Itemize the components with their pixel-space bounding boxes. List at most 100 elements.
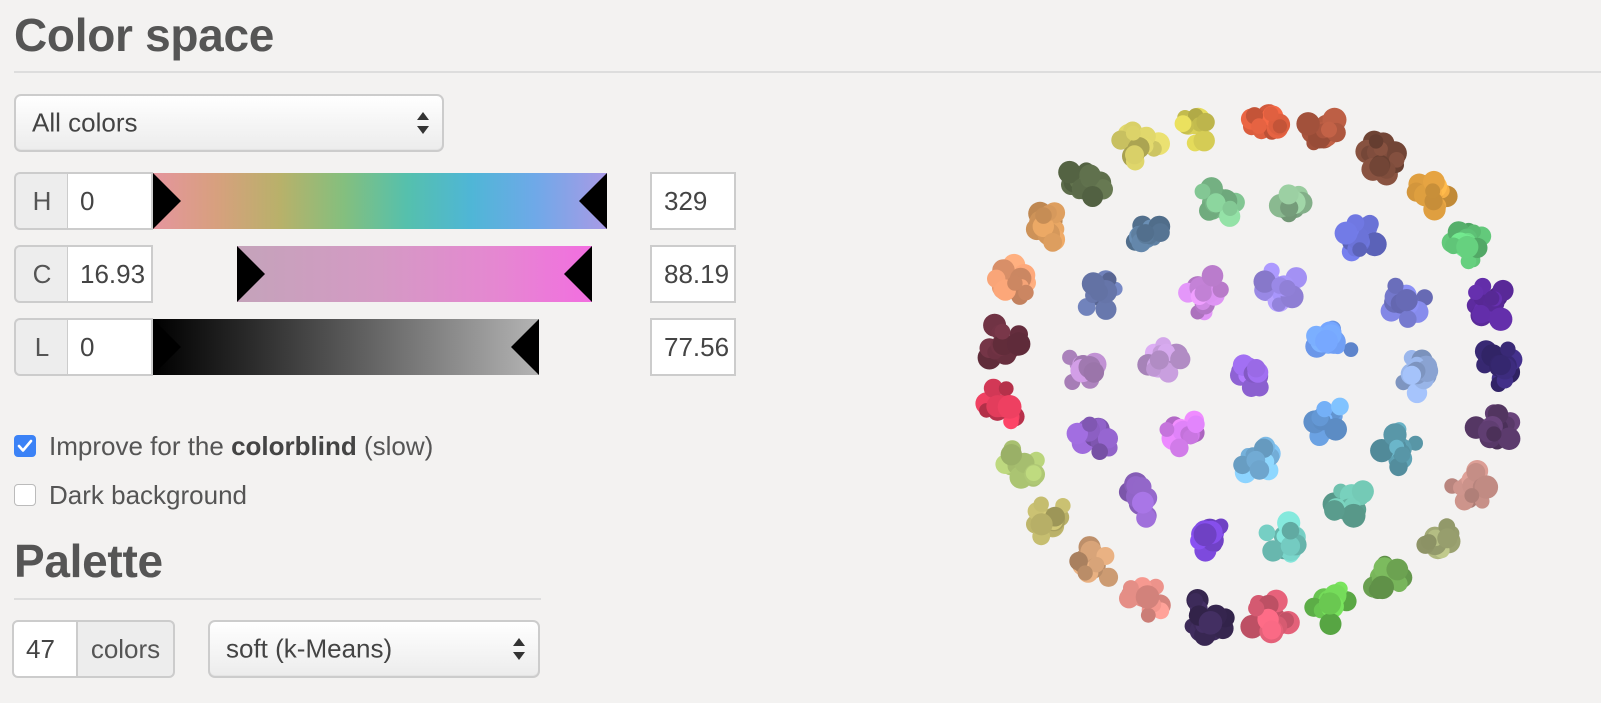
color-dot [1136,224,1155,242]
color-cluster [1058,160,1113,207]
color-dot [1296,112,1320,136]
color-dot [1351,480,1374,503]
color-dot [1125,125,1141,141]
lightness-max-handle[interactable] [511,319,539,375]
lightness-max-input[interactable]: 77.56 [650,318,736,376]
color-dot [1187,415,1205,434]
lightness-label: L [14,318,68,376]
color-cluster [1178,265,1229,321]
color-cluster [1370,422,1423,477]
hue-max-input[interactable]: 329 [650,172,736,230]
color-count-input[interactable]: 47 [12,620,78,678]
color-cluster [1258,511,1307,563]
checkmark-icon [17,439,33,452]
colorblind-checkbox[interactable] [14,435,36,457]
color-cluster [1441,221,1492,270]
color-dot [1198,611,1223,635]
color-dot [1025,465,1042,482]
color-dot [1468,284,1484,300]
color-cluster [1395,349,1439,404]
chroma-range-slider[interactable] [237,246,592,302]
color-dot [1077,565,1093,581]
lightness-range-slider[interactable] [153,319,539,375]
color-cluster [1355,130,1407,186]
color-cluster [1444,460,1499,511]
preset-select-value: All colors [32,107,138,138]
hue-range-slider[interactable] [153,173,607,229]
color-cluster [1230,354,1269,397]
chroma-min-handle[interactable] [237,246,265,302]
color-dot [1081,272,1105,296]
color-dot [1174,115,1192,132]
color-dot [1324,500,1345,521]
color-dot [1251,118,1267,134]
color-dot [1486,426,1502,442]
color-dot [1079,164,1101,186]
color-cluster [1240,589,1300,644]
color-cluster [1268,184,1313,223]
color-dot [1464,488,1480,503]
color-dot [1395,289,1418,312]
color-cluster [1304,581,1357,635]
select-arrows-icon [417,112,429,134]
color-cluster [1062,349,1107,390]
dark-background-label[interactable]: Dark background [49,480,247,511]
color-cluster [1025,201,1066,252]
color-dot [1368,134,1384,149]
color-cluster [1474,340,1523,393]
color-dot [998,381,1014,396]
color-cluster [1174,107,1215,152]
color-dot [1399,310,1417,328]
palette-method-select[interactable]: soft (k-Means) [208,620,540,678]
color-dot [1194,183,1211,200]
color-cluster [1466,277,1514,331]
color-cluster [1190,518,1229,562]
color-cluster [1406,170,1458,221]
color-cluster [1026,496,1071,546]
color-dot [1489,307,1513,331]
color-dot [1125,145,1144,165]
color-dot [1279,280,1296,297]
color-cluster [1303,397,1349,446]
color-dot [1319,613,1342,635]
hue-min-handle[interactable] [153,173,181,229]
dark-background-checkbox[interactable] [14,484,36,506]
color-dot [1007,332,1031,356]
color-cluster [1184,589,1235,646]
color-dot [994,323,1011,340]
color-space-preset-select[interactable]: All colors [14,94,444,152]
color-dot [1170,349,1191,370]
color-dot [1132,491,1154,514]
hue-max-handle[interactable] [579,173,607,229]
color-dot [1500,341,1516,357]
color-cluster [1416,518,1461,560]
color-dot [1281,521,1300,540]
colorblind-option-label[interactable]: Improve for the colorblind (slow) [49,431,433,462]
hue-min-input[interactable]: 0 [67,172,153,230]
color-cluster [1322,480,1374,528]
palette-divider [14,598,541,600]
chroma-max-input[interactable]: 88.19 [650,245,736,303]
color-cluster [1380,277,1433,328]
color-dot [1258,524,1276,542]
color-dot [997,395,1022,419]
method-select-value: soft (k-Means) [226,633,393,664]
color-dot [1035,207,1052,224]
color-dot [1318,592,1341,615]
color-dot [1402,365,1422,385]
color-cluster [1334,214,1387,262]
color-dot [1000,444,1022,466]
color-dot [1352,242,1367,257]
color-dot [1201,265,1224,287]
color-dot [1159,422,1175,437]
color-cluster [1233,436,1281,484]
chroma-min-input[interactable]: 16.93 [67,245,153,303]
color-dot [1343,342,1359,357]
color-dot [1247,359,1266,378]
hue-label: H [14,172,68,230]
lightness-min-handle[interactable] [153,319,181,375]
chroma-max-handle[interactable] [564,246,592,302]
color-dot [1222,200,1238,216]
lightness-min-input[interactable]: 0 [67,318,153,376]
color-cluster [1194,177,1245,227]
